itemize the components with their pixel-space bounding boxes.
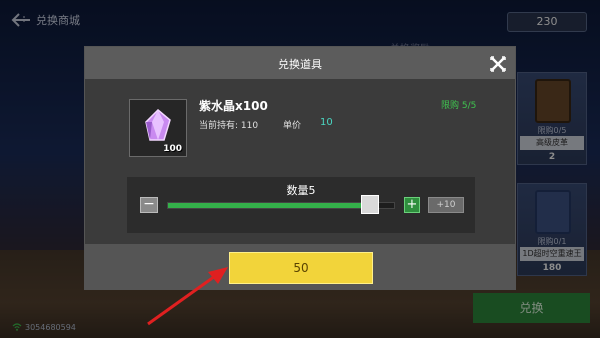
plus-ten-button[interactable]: +10 bbox=[428, 197, 464, 213]
unit-price-label: 单价 bbox=[283, 121, 302, 131]
item-quantity-badge: 100 bbox=[163, 144, 182, 154]
crystal-icon bbox=[142, 108, 174, 144]
owned-count: 当前持有: 110 bbox=[199, 121, 259, 131]
confirm-exchange-button[interactable]: 50 bbox=[229, 252, 373, 284]
item-name: 紫水晶x100 bbox=[199, 99, 268, 113]
item-slot: 100 bbox=[129, 99, 187, 157]
slider-handle[interactable] bbox=[360, 195, 379, 214]
quantity-panel: 数量5 − + +10 bbox=[127, 177, 475, 233]
minus-icon[interactable]: − bbox=[140, 197, 158, 213]
close-icon[interactable] bbox=[489, 55, 507, 73]
dialog-title: 兑换道具 bbox=[278, 58, 322, 71]
pointer-arrow-icon bbox=[147, 267, 228, 326]
quantity-title: 数量5 bbox=[286, 184, 316, 197]
slider-fill bbox=[168, 203, 370, 208]
exchange-dialog: 兑换道具 100 紫水晶x100 当前持有: 110 单价 10 限购 5/5 … bbox=[84, 46, 516, 290]
dialog-header: 兑换道具 bbox=[85, 47, 515, 79]
plus-icon[interactable]: + bbox=[404, 197, 420, 213]
unit-price-value: 10 bbox=[320, 117, 333, 128]
purchase-limit: 限购 5/5 bbox=[441, 101, 477, 111]
